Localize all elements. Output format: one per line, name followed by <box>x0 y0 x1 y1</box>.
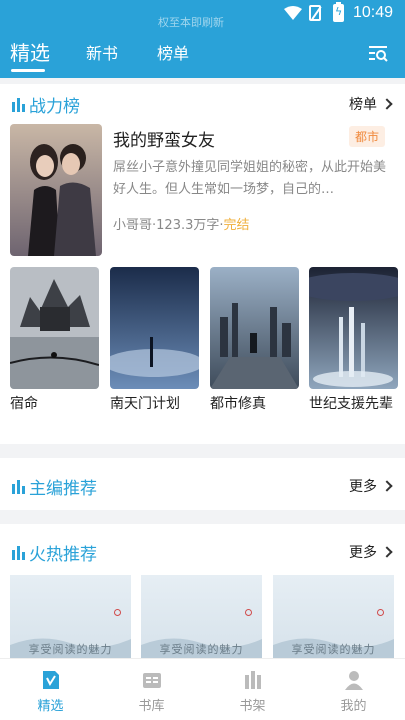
featured-book-description: 屌丝小子意外撞见同学姐姐的秘密，从此开始美好人生。但人生常如一场梦，自己的… <box>113 160 387 197</box>
no-sim-icon <box>309 5 321 21</box>
chevron-right-icon <box>381 98 393 110</box>
book-cover <box>10 267 99 389</box>
nav-bookshelf[interactable]: 书架 <box>202 659 303 720</box>
nav-featured[interactable]: 精选 <box>0 659 101 720</box>
editor-pick-label: 主编推荐 <box>29 479 97 499</box>
editor-pick-title: 主编推荐 <box>12 474 97 499</box>
nav-mine[interactable]: 我的 <box>303 659 404 720</box>
tab-new-books[interactable]: 新书 <box>86 40 118 64</box>
rank-bars-icon <box>12 545 25 560</box>
book-cover <box>309 267 398 389</box>
more-link-label: 更多 <box>349 479 377 495</box>
hot-pick-label: 火热推荐 <box>29 545 97 565</box>
featured-book-meta: 小哥哥·123.3万字·完结 <box>113 218 250 233</box>
rank-bars-icon <box>12 479 25 494</box>
status-bar: 权至本即刷新 10:49 <box>0 0 405 29</box>
featured-icon <box>43 671 59 689</box>
nav-label: 我的 <box>340 699 367 714</box>
top-tabs: 精选 新书 榜单 <box>0 32 405 78</box>
author: 小哥哥 <box>113 218 153 233</box>
book-name: 宿命 <box>10 396 38 412</box>
recommend-cover[interactable]: 享受阅读的魅力 <box>141 575 262 665</box>
book-cover <box>210 267 299 389</box>
power-rank-title: 战力榜 <box>12 92 80 117</box>
book-item[interactable]: 都市修真 <box>210 267 299 414</box>
nav-label: 精选 <box>37 699 64 714</box>
recommend-cover[interactable]: 享受阅读的魅力 <box>273 575 394 665</box>
battery-charging-icon <box>333 2 344 22</box>
bottom-nav: 精选 书库 书架 我的 <box>0 658 405 720</box>
tab-rankings[interactable]: 榜单 <box>157 40 189 64</box>
nav-label: 书架 <box>239 699 266 714</box>
cover-slogan: 享受阅读的魅力 <box>291 643 376 656</box>
status-badge: 完结 <box>223 218 250 233</box>
tab-featured[interactable]: 精选 <box>10 37 50 66</box>
tab-underline <box>11 69 45 72</box>
chevron-right-icon <box>381 546 393 558</box>
status-ghost-text: 权至本即刷新 <box>158 16 224 29</box>
seal-icon <box>377 609 384 616</box>
power-rank-label: 战力榜 <box>29 97 80 117</box>
app-header: 权至本即刷新 10:49 精选 新书 榜单 <box>0 0 405 78</box>
genre-tag: 都市 <box>349 126 386 147</box>
featured-book-cover[interactable] <box>10 124 102 256</box>
seal-icon <box>245 609 252 616</box>
seal-icon <box>114 609 121 616</box>
book-name: 南天门计划 <box>110 396 180 412</box>
editor-pick-more-link[interactable]: 更多 <box>349 476 393 496</box>
rank-bars-icon <box>12 97 25 112</box>
hot-pick-title: 火热推荐 <box>12 540 97 565</box>
book-item[interactable]: 世纪支援先辈 <box>309 267 398 414</box>
more-link-label: 更多 <box>349 545 377 561</box>
book-cover <box>110 267 199 389</box>
cover-slogan: 享受阅读的魅力 <box>28 643 113 656</box>
wifi-icon <box>284 6 302 20</box>
recommend-cover[interactable]: 享受阅读的魅力 <box>10 575 131 665</box>
library-icon <box>143 673 161 688</box>
chevron-right-icon <box>381 480 393 492</box>
nav-library[interactable]: 书库 <box>101 659 202 720</box>
nav-label: 书库 <box>138 699 165 714</box>
featured-book-title[interactable]: 我的野蛮女友 <box>113 126 215 151</box>
book-name: 都市修真 <box>210 396 266 412</box>
book-item[interactable]: 宿命 <box>10 267 99 414</box>
book-item[interactable]: 南天门计划 <box>110 267 199 414</box>
status-time: 10:49 <box>352 4 393 21</box>
cover-slogan: 享受阅读的魅力 <box>159 643 244 656</box>
book-name: 世纪支援先辈 <box>309 396 393 412</box>
hot-pick-more-link[interactable]: 更多 <box>349 542 393 562</box>
search-list-icon[interactable] <box>367 42 389 64</box>
rankings-link[interactable]: 榜单 <box>349 94 393 114</box>
bookshelf-icon <box>245 671 261 689</box>
rankings-link-label: 榜单 <box>349 97 377 113</box>
profile-icon <box>345 671 363 690</box>
word-count: 123.3万字 <box>156 218 220 233</box>
